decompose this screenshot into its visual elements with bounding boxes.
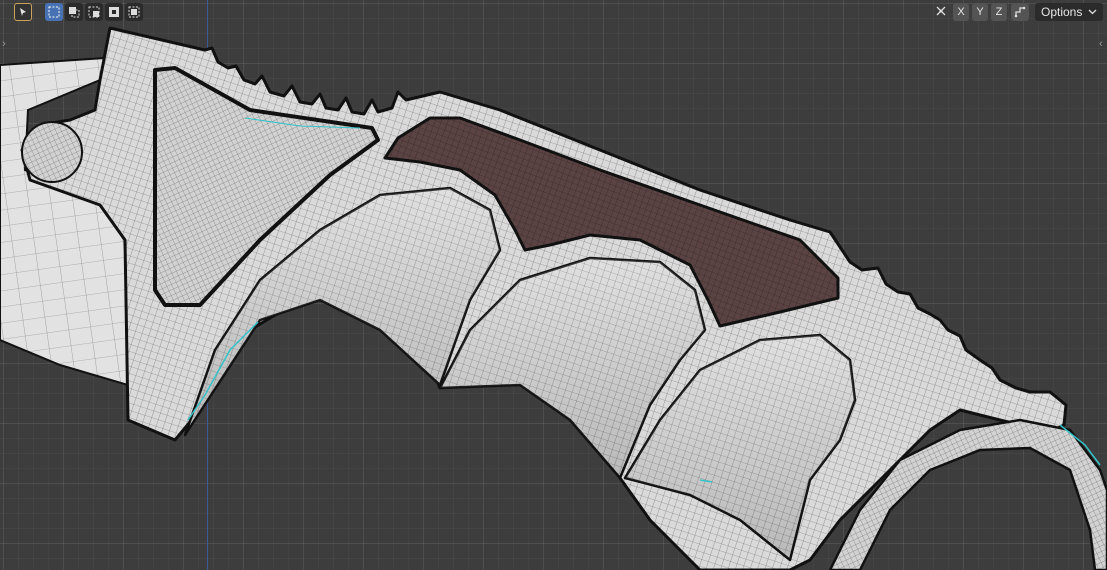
toolbar-expand-icon[interactable]: › [2,38,6,50]
mirror-options: X Y Z [932,3,1007,21]
options-dropdown-wrap: Options [1035,3,1104,21]
mirror-z-button[interactable]: Z [991,3,1007,21]
select-box-intersect-icon[interactable] [125,3,143,21]
select-cursor-icon[interactable] [14,3,32,21]
chevron-down-icon [1088,9,1097,15]
select-box-new-icon[interactable] [45,3,63,21]
3d-viewport[interactable]: X Y Z Options › ‹ [0,0,1107,570]
mirror-x-button[interactable]: X [953,3,969,21]
select-box-invert-icon[interactable] [105,3,123,21]
axis-y-label: Y [976,6,984,18]
mirror-icon[interactable] [932,3,950,21]
options-dropdown[interactable]: Options [1035,3,1104,21]
axis-x-label: X [957,6,965,18]
overlay-icon[interactable] [1011,3,1029,21]
mirror-y-button[interactable]: Y [972,3,988,21]
select-mode-toolbar [14,3,32,21]
select-box-subtract-icon[interactable] [85,3,103,21]
options-label: Options [1041,5,1083,19]
overlay-toggle [1011,3,1029,21]
axis-z-label: Z [995,6,1003,18]
knife-mesh[interactable] [0,0,1107,570]
selection-box-modes [45,3,143,21]
pommel-knob [21,121,83,183]
sidebar-expand-icon[interactable]: ‹ [1099,38,1103,50]
select-box-extend-icon[interactable] [65,3,83,21]
